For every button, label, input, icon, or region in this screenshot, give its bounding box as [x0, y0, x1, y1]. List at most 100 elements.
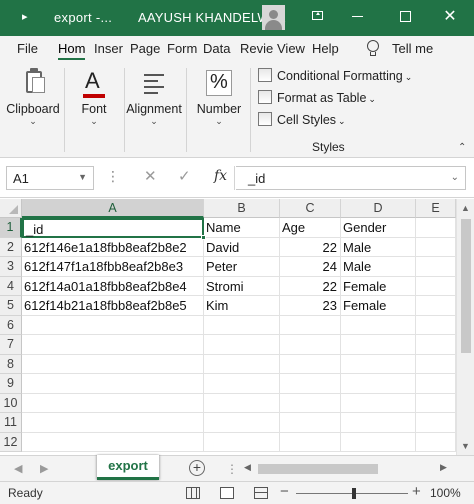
cell-e3[interactable] [416, 257, 456, 277]
avatar[interactable] [262, 5, 285, 30]
row-header-2[interactable]: 2 [0, 237, 22, 257]
row-header-12[interactable]: 12 [0, 432, 22, 452]
cell-a7[interactable] [22, 335, 204, 355]
normal-view-icon[interactable] [186, 487, 200, 499]
cell-c9[interactable] [280, 374, 341, 394]
vertical-scrollbar[interactable]: ▲ ▼ [456, 199, 474, 455]
cell-a3[interactable]: 612f147f1a18fbb8eaf2b8e3 [22, 257, 204, 277]
formula-input[interactable]: _id ⌄ [236, 166, 466, 190]
tab-page-layout[interactable]: Page [130, 41, 160, 56]
cell-a10[interactable] [22, 393, 204, 413]
cell-d8[interactable] [341, 354, 416, 374]
cell-b4[interactable]: Stromi [204, 276, 280, 296]
scroll-up-icon[interactable]: ▲ [461, 203, 470, 213]
row-header-10[interactable]: 10 [0, 393, 22, 413]
cell-c6[interactable] [280, 315, 341, 335]
quick-access-dropdown-icon[interactable]: ▸ [22, 10, 28, 23]
ribbon-display-options-icon[interactable] [306, 6, 330, 28]
zoom-slider-thumb[interactable] [352, 488, 356, 499]
cell-c11[interactable] [280, 413, 341, 433]
cell-b3[interactable]: Peter [204, 257, 280, 277]
page-layout-view-icon[interactable] [220, 487, 234, 499]
cell-e11[interactable] [416, 413, 456, 433]
cell-e10[interactable] [416, 393, 456, 413]
cell-a2[interactable]: 612f146e1a18fbb8eaf2b8e2 [22, 237, 204, 257]
cell-b7[interactable] [204, 335, 280, 355]
column-header-b[interactable]: B [204, 199, 280, 218]
cell-e1[interactable] [416, 218, 456, 238]
tab-insert[interactable]: Inser [94, 41, 123, 56]
alignment-group[interactable]: Alignment ⌄ [124, 62, 184, 158]
scrollbar-thumb[interactable] [461, 219, 471, 353]
row-header-5[interactable]: 5 [0, 296, 22, 316]
tab-view[interactable]: View [277, 41, 305, 56]
conditional-formatting-button[interactable]: Conditional Formatting ⌄ [258, 68, 412, 83]
cell-d11[interactable] [341, 413, 416, 433]
cell-c3[interactable]: 24 [280, 257, 341, 277]
cell-a8[interactable] [22, 354, 204, 374]
tab-help[interactable]: Help [312, 41, 339, 56]
cell-e5[interactable] [416, 296, 456, 316]
cell-e7[interactable] [416, 335, 456, 355]
cell-c2[interactable]: 22 [280, 237, 341, 257]
row-header-3[interactable]: 3 [0, 257, 22, 277]
collapse-ribbon-icon[interactable]: ⌃ [458, 142, 466, 153]
row-header-8[interactable]: 8 [0, 354, 22, 374]
cell-d12[interactable] [341, 432, 416, 452]
tab-formulas[interactable]: Form [167, 41, 197, 56]
number-group[interactable]: % Number ⌄ [190, 62, 248, 158]
cell-e8[interactable] [416, 354, 456, 374]
tell-me-search[interactable]: Tell me [392, 41, 433, 56]
cell-a9[interactable] [22, 374, 204, 394]
cell-b8[interactable] [204, 354, 280, 374]
chevron-down-icon[interactable]: ▼ [78, 172, 87, 182]
enter-icon[interactable]: ✓ [178, 167, 191, 185]
cell-d5[interactable]: Female [341, 296, 416, 316]
cell-c12[interactable] [280, 432, 341, 452]
clipboard-group[interactable]: Clipboard ⌄ [4, 62, 62, 158]
close-button[interactable]: ✕ [438, 6, 462, 28]
cancel-icon[interactable]: ✕ [144, 167, 157, 185]
tab-review[interactable]: Revie [240, 41, 273, 56]
cell-d10[interactable] [341, 393, 416, 413]
cell-b11[interactable] [204, 413, 280, 433]
name-box[interactable]: A1 ▼ [6, 166, 94, 190]
scroll-right-icon[interactable]: ▶ [440, 462, 447, 473]
column-header-e[interactable]: E [416, 199, 456, 218]
page-break-view-icon[interactable] [254, 487, 268, 499]
column-header-c[interactable]: C [280, 199, 341, 218]
zoom-level[interactable]: 100% [430, 486, 461, 500]
cell-e4[interactable] [416, 276, 456, 296]
cell-c7[interactable] [280, 335, 341, 355]
column-header-a[interactable]: A [22, 199, 204, 218]
row-header-7[interactable]: 7 [0, 335, 22, 355]
cell-c8[interactable] [280, 354, 341, 374]
maximize-button[interactable] [394, 6, 418, 28]
cell-d4[interactable]: Female [341, 276, 416, 296]
spreadsheet-grid[interactable]: A B C D E 1 _id Name Age Gender 2 612f146e1a18fbb8e… [0, 199, 474, 455]
minimize-button[interactable] [346, 6, 370, 28]
format-as-table-button[interactable]: Format as Table ⌄ [258, 90, 376, 105]
cell-a5[interactable]: 612f14b21a18fbb8eaf2b8e5 [22, 296, 204, 316]
lightbulb-icon[interactable] [366, 40, 380, 57]
cell-e2[interactable] [416, 237, 456, 257]
more-icon[interactable]: ⋮ [106, 168, 120, 185]
scroll-down-icon[interactable]: ▼ [461, 441, 470, 451]
cell-b10[interactable] [204, 393, 280, 413]
cell-b2[interactable]: David [204, 237, 280, 257]
tab-home[interactable]: Hom [58, 41, 86, 60]
cell-a6[interactable] [22, 315, 204, 335]
cell-a4[interactable]: 612f14a01a18fbb8eaf2b8e4 [22, 276, 204, 296]
cell-c1[interactable]: Age [280, 218, 341, 238]
zoom-out-button[interactable]: − [280, 483, 289, 500]
font-group[interactable]: A Font ⌄ [66, 62, 122, 158]
row-header-4[interactable]: 4 [0, 276, 22, 296]
cell-styles-button[interactable]: Cell Styles ⌄ [258, 112, 346, 127]
cell-d3[interactable]: Male [341, 257, 416, 277]
tab-file[interactable]: File [17, 41, 38, 56]
insert-function-button[interactable]: fx [214, 168, 227, 184]
add-sheet-icon[interactable]: + [189, 460, 205, 476]
previous-sheet-icon[interactable]: ◀ [14, 462, 22, 475]
row-header-11[interactable]: 11 [0, 413, 22, 433]
row-header-1[interactable]: 1 [0, 218, 22, 238]
